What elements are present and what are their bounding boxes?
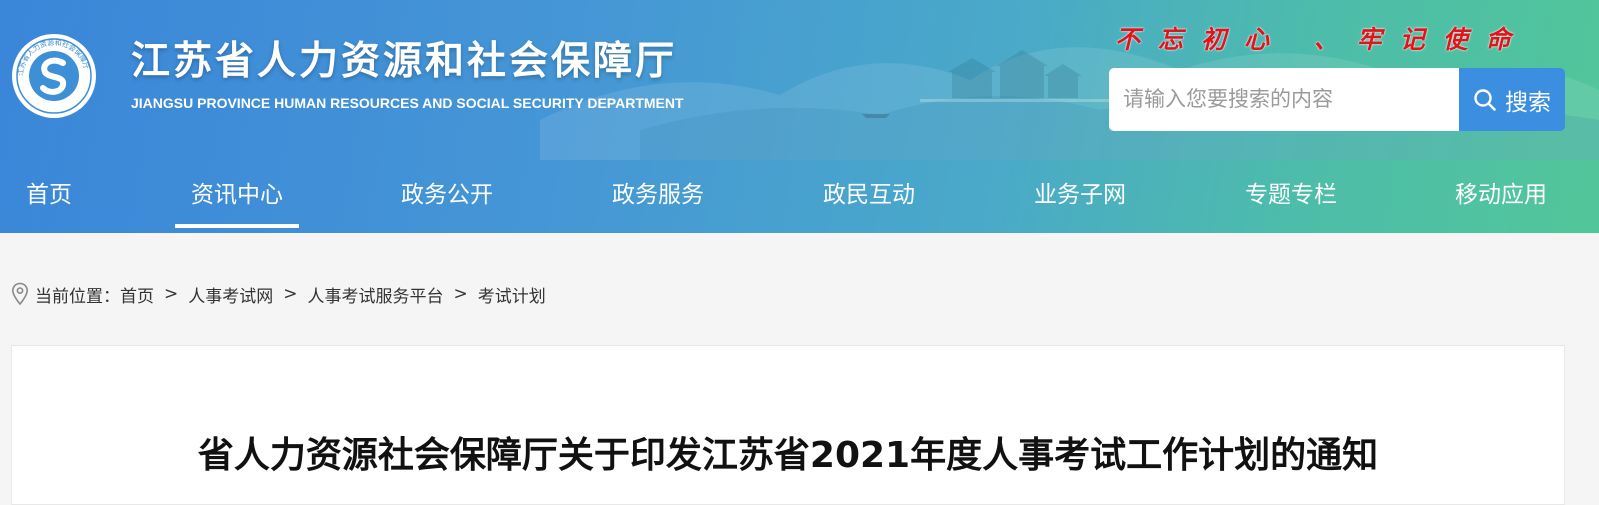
search-icon — [1474, 88, 1496, 111]
nav-item-news-center[interactable]: 资讯中心 — [175, 160, 299, 228]
breadcrumb-separator: > — [283, 284, 298, 304]
site-subtitle: JIANGSU PROVINCE HUMAN RESOURCES AND SOC… — [131, 95, 684, 111]
nav-item-public-interaction[interactable]: 政民互动 — [823, 160, 915, 228]
nav-item-mobile-apps[interactable]: 移动应用 — [1455, 160, 1547, 228]
nav-item-business-subsites[interactable]: 业务子网 — [1034, 160, 1126, 228]
main-nav: 首页 资讯中心 政务公开 政务服务 政民互动 业务子网 专题专栏 移动应用 — [0, 160, 1599, 228]
location-pin-icon — [11, 282, 29, 306]
breadcrumb-personnel-exam-site[interactable]: 人事考试网 — [188, 282, 273, 307]
slogan: 不忘初心 、牢记使命 — [1115, 25, 1529, 54]
nav-item-special-topics[interactable]: 专题专栏 — [1245, 160, 1337, 228]
breadcrumb-separator: > — [453, 284, 468, 304]
breadcrumb-home[interactable]: 首页 — [120, 282, 154, 307]
breadcrumb-exam-service-platform[interactable]: 人事考试服务平台 — [308, 282, 444, 307]
nav-item-government-affairs-disclosure[interactable]: 政务公开 — [401, 160, 493, 228]
article-container: 省人力资源社会保障厅关于印发江苏省2021年度人事考试工作计划的通知 — [11, 345, 1565, 505]
site-title[interactable]: 江苏省人力资源和社会保障厅 — [131, 30, 677, 86]
breadcrumb-prefix: 当前位置： — [35, 286, 120, 307]
breadcrumb-separator: > — [164, 284, 179, 304]
site-header: 江苏省人力资源和社会保障厅 江苏省人力资源和社会保障厅 JIANGSU PROV… — [0, 0, 1599, 233]
search-input[interactable] — [1109, 68, 1459, 131]
nav-item-home[interactable]: 首页 — [26, 160, 72, 228]
search-button[interactable]: 搜索 — [1459, 68, 1565, 131]
site-logo-emblem[interactable]: 江苏省人力资源和社会保障厅 — [11, 33, 97, 119]
search-button-label: 搜索 — [1505, 89, 1551, 116]
article-title: 省人力资源社会保障厅关于印发江苏省2021年度人事考试工作计划的通知 — [197, 435, 1379, 476]
breadcrumb-exam-plan[interactable]: 考试计划 — [478, 282, 546, 307]
breadcrumb: 当前位置： 首页 > 人事考试网 > 人事考试服务平台 > 考试计划 — [11, 281, 546, 307]
nav-item-government-services[interactable]: 政务服务 — [612, 160, 704, 228]
